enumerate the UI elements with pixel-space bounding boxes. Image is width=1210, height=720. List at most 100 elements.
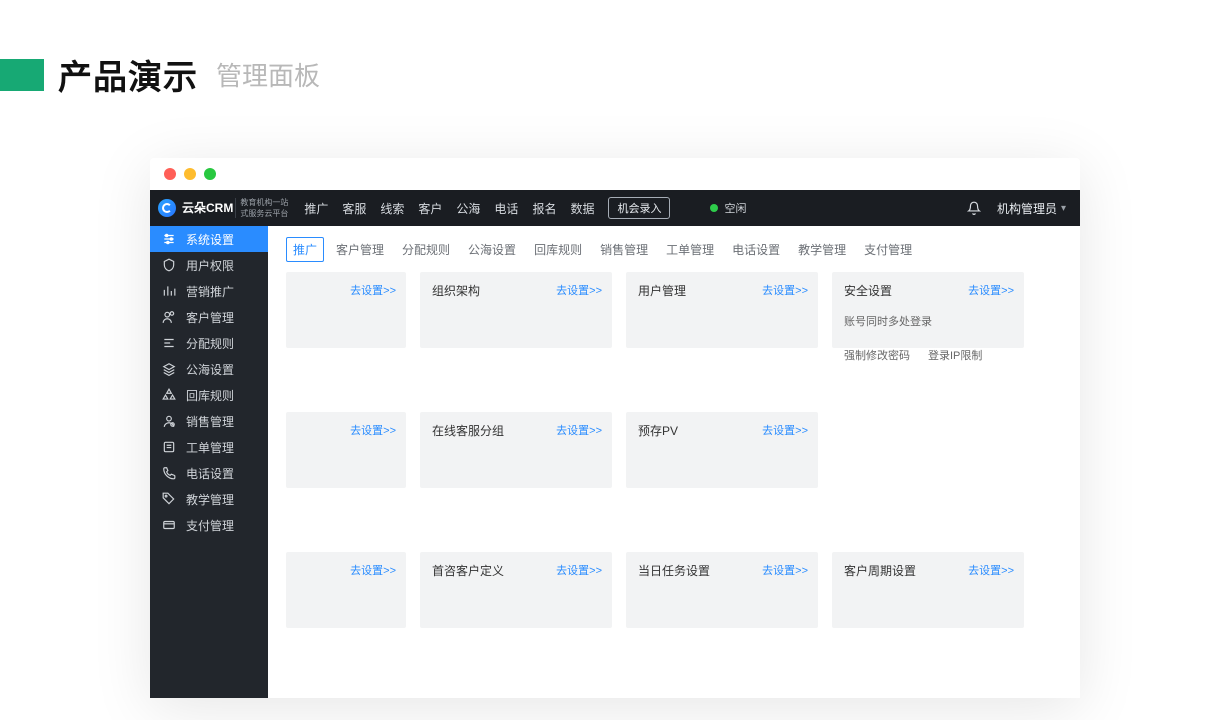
sidebar: 系统设置 用户权限 营销推广 客户管理: [150, 226, 268, 698]
recycle-icon: [162, 388, 176, 402]
go-settings-link[interactable]: 去设置>>: [762, 562, 808, 578]
logo-brand: 云朵CRM: [182, 202, 233, 214]
topnav-menu: 推广 客服 线索 客户 公海 电话 报名 数据: [304, 200, 594, 217]
sidebar-label: 用户权限: [186, 257, 234, 274]
logo: 云朵CRM 教育机构一站 式服务云平台: [150, 190, 298, 226]
sidebar-item-payment[interactable]: 支付管理: [150, 512, 268, 538]
notifications-icon[interactable]: [967, 201, 981, 215]
tab[interactable]: 销售管理: [594, 237, 654, 262]
topnav-item[interactable]: 线索: [380, 200, 404, 217]
sidebar-item-sea-settings[interactable]: 公海设置: [150, 356, 268, 382]
ticket-icon: [162, 440, 176, 454]
sidebar-item-system-settings[interactable]: 系统设置: [150, 226, 268, 252]
tab[interactable]: 工单管理: [660, 237, 720, 262]
go-settings-link[interactable]: 去设置>>: [556, 422, 602, 438]
logo-text: 云朵CRM: [182, 202, 233, 214]
app-window: 云朵CRM 教育机构一站 式服务云平台 推广 客服 线索 客户 公海 电话 报名…: [150, 158, 1080, 698]
sidebar-label: 工单管理: [186, 439, 234, 456]
logo-divider: [235, 198, 236, 218]
sidebar-item-assign-rules[interactable]: 分配规则: [150, 330, 268, 356]
sidebar-item-phone[interactable]: 电话设置: [150, 460, 268, 486]
card-row: 去设置>> 首咨客户定义 去设置>> 当日任务设置 去设置>> 客户周期设置 去…: [286, 552, 1062, 628]
go-settings-link[interactable]: 去设置>>: [762, 422, 808, 438]
topnav-item[interactable]: 客服: [342, 200, 366, 217]
status-dot-icon: [710, 204, 718, 212]
sidebar-label: 电话设置: [186, 465, 234, 482]
go-settings-link[interactable]: 去设置>>: [556, 282, 602, 298]
go-settings-link[interactable]: 去设置>>: [350, 422, 396, 438]
go-settings-link[interactable]: 去设置>>: [968, 282, 1014, 298]
sidebar-item-marketing[interactable]: 营销推广: [150, 278, 268, 304]
topnav-item[interactable]: 公海: [456, 200, 480, 217]
topnav-item[interactable]: 推广: [304, 200, 328, 217]
zoom-dot[interactable]: [204, 168, 216, 180]
settings-card-first-consult: 首咨客户定义 去设置>>: [420, 552, 612, 628]
page-subtitle: 管理面板: [216, 56, 320, 93]
sidebar-label: 分配规则: [186, 335, 234, 352]
tab[interactable]: 回库规则: [528, 237, 588, 262]
card-sub-item: 登录IP限制: [928, 347, 982, 363]
tab[interactable]: 推广: [286, 237, 324, 262]
go-settings-link[interactable]: 去设置>>: [762, 282, 808, 298]
minimize-dot[interactable]: [184, 168, 196, 180]
chevron-down-icon: ▾: [1061, 203, 1066, 214]
window-titlebar: [150, 158, 1080, 190]
sidebar-item-teaching[interactable]: 教学管理: [150, 486, 268, 512]
admin-label: 机构管理员: [997, 200, 1057, 217]
settings-card-daily-task: 当日任务设置 去设置>>: [626, 552, 818, 628]
settings-card-user-mgmt: 用户管理 去设置>>: [626, 272, 818, 348]
card-row: 去设置>> 在线客服分组 去设置>> 预存PV 去设置>>: [286, 412, 1062, 488]
card-sublist: 账号同时多处登录 强制修改密码 登录IP限制: [844, 313, 1014, 363]
status-text: 空闲: [724, 200, 746, 216]
settings-card: 去设置>>: [286, 552, 406, 628]
shield-icon: [162, 258, 176, 272]
database-icon: [162, 362, 176, 376]
topnav-item[interactable]: 电话: [494, 200, 518, 217]
tab[interactable]: 分配规则: [396, 237, 456, 262]
card-icon: [162, 518, 176, 532]
cards-grid: 去设置>> 组织架构 去设置>> 用户管理 去设置>> 安全设置 去设置>>: [268, 272, 1080, 628]
sidebar-item-sales[interactable]: 销售管理: [150, 408, 268, 434]
admin-menu[interactable]: 机构管理员 ▾: [997, 200, 1066, 217]
sidebar-item-tickets[interactable]: 工单管理: [150, 434, 268, 460]
topnav-item[interactable]: 客户: [418, 200, 442, 217]
card-row: 去设置>> 组织架构 去设置>> 用户管理 去设置>> 安全设置 去设置>>: [286, 272, 1062, 348]
card-sub-item: 强制修改密码: [844, 347, 910, 363]
sidebar-item-customers[interactable]: 客户管理: [150, 304, 268, 330]
sliders-icon: [162, 232, 176, 246]
logo-tagline: 教育机构一站 式服务云平台: [240, 197, 288, 219]
tab[interactable]: 电话设置: [726, 237, 786, 262]
sidebar-label: 客户管理: [186, 309, 234, 326]
record-opportunity-button[interactable]: 机会录入: [608, 197, 670, 219]
tab[interactable]: 教学管理: [792, 237, 852, 262]
sidebar-label: 销售管理: [186, 413, 234, 430]
settings-card-online-group: 在线客服分组 去设置>>: [420, 412, 612, 488]
sales-icon: [162, 414, 176, 428]
sidebar-label: 系统设置: [186, 231, 234, 248]
sidebar-label: 教学管理: [186, 491, 234, 508]
settings-card-org: 组织架构 去设置>>: [420, 272, 612, 348]
logo-mark-icon: [158, 199, 176, 217]
content-area: 推广 客户管理 分配规则 公海设置 回库规则 销售管理 工单管理 电话设置 教学…: [268, 226, 1080, 698]
sidebar-item-user-permissions[interactable]: 用户权限: [150, 252, 268, 278]
go-settings-link[interactable]: 去设置>>: [350, 562, 396, 578]
sidebar-item-recycle-rules[interactable]: 回库规则: [150, 382, 268, 408]
go-settings-link[interactable]: 去设置>>: [968, 562, 1014, 578]
chart-icon: [162, 284, 176, 298]
close-dot[interactable]: [164, 168, 176, 180]
card-sub-item: 账号同时多处登录: [844, 313, 932, 329]
settings-card-security: 安全设置 去设置>> 账号同时多处登录 强制修改密码 登录IP限制: [832, 272, 1024, 348]
settings-card-customer-cycle: 客户周期设置 去设置>>: [832, 552, 1024, 628]
tab[interactable]: 客户管理: [330, 237, 390, 262]
go-settings-link[interactable]: 去设置>>: [556, 562, 602, 578]
online-status[interactable]: 空闲: [710, 200, 746, 216]
go-settings-link[interactable]: 去设置>>: [350, 282, 396, 298]
topnav-item[interactable]: 数据: [570, 200, 594, 217]
settings-card: 去设置>>: [286, 272, 406, 348]
app-body: 系统设置 用户权限 营销推广 客户管理: [150, 226, 1080, 698]
tab[interactable]: 公海设置: [462, 237, 522, 262]
topnav-item[interactable]: 报名: [532, 200, 556, 217]
tab[interactable]: 支付管理: [858, 237, 918, 262]
outer-slide-title: 产品演示 管理面板: [0, 50, 320, 99]
phone-icon: [162, 466, 176, 480]
